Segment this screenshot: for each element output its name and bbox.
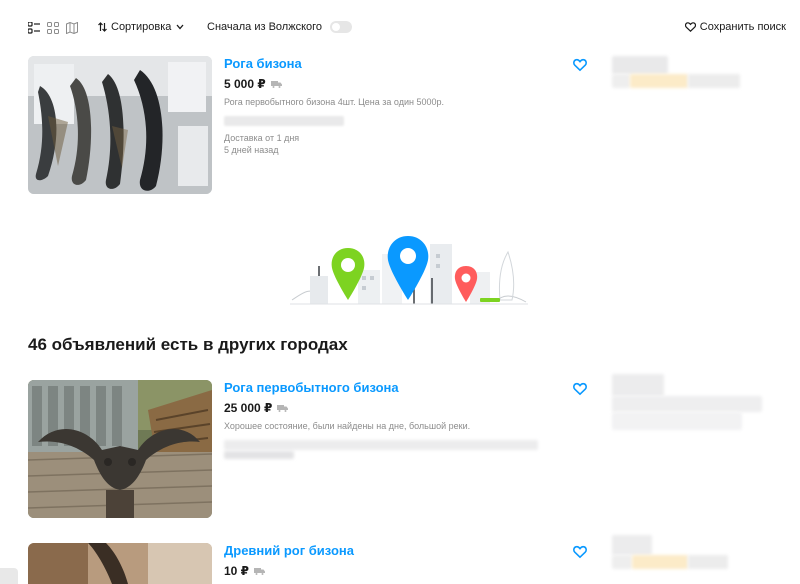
map-pins-illustration [290, 236, 528, 305]
listing-delivery: Доставка от 1 дня [224, 133, 300, 143]
sort-label: Сортировка [111, 21, 172, 33]
truck-icon [270, 80, 282, 88]
local-first-label: Сначала из Волжского [207, 21, 323, 33]
truck-icon [254, 567, 266, 575]
favorite-heart-icon[interactable] [573, 545, 587, 559]
listing-price: 25 000 ₽ [224, 401, 564, 415]
chevron-down-icon [176, 24, 184, 30]
local-first-filter: Сначала из Волжского [207, 21, 353, 33]
side-panel-tab[interactable] [0, 568, 18, 584]
favorite-heart-icon[interactable] [573, 58, 587, 72]
listing-card: Древний рог бизона 10 ₽ [0, 535, 800, 584]
listing-info: Рога бизона 5 000 ₽ Рога первобытного би… [224, 56, 564, 156]
favorite-heart-icon[interactable] [573, 382, 587, 396]
save-search-button[interactable]: Сохранить поиск [684, 21, 786, 33]
blurred-address [224, 116, 344, 126]
heart-icon [684, 22, 696, 32]
results-toolbar: Сортировка Сначала из Волжского Сохранит… [0, 0, 800, 56]
list-view-icon[interactable] [28, 22, 40, 34]
listing-price: 10 ₽ [224, 564, 564, 578]
map-view-icon[interactable] [66, 22, 78, 34]
listing-description: Рога первобытного бизона 4шт. Цена за од… [224, 97, 444, 107]
listing-photo[interactable] [28, 56, 212, 194]
truck-icon [277, 404, 289, 412]
save-search-label: Сохранить поиск [699, 21, 786, 33]
listing-info: Древний рог бизона 10 ₽ [224, 543, 564, 578]
blurred-address [224, 440, 564, 462]
price-value: 25 000 ₽ [224, 401, 273, 415]
listing-description: Хорошее состояние, были найдены на дне, … [224, 421, 471, 431]
price-value: 5 000 ₽ [224, 77, 266, 91]
listing-card: Рога первобытного бизона 25 000 ₽ Хороше… [0, 374, 800, 520]
listing-price: 5 000 ₽ [224, 77, 564, 91]
listing-info: Рога первобытного бизона 25 000 ₽ Хороше… [224, 380, 564, 462]
local-first-toggle[interactable] [330, 21, 353, 33]
listing-date: 5 дней назад [224, 145, 279, 155]
grid-view-icon[interactable] [47, 22, 59, 34]
sort-arrows-icon [98, 22, 107, 32]
listing-title[interactable]: Рога первобытного бизона [224, 380, 564, 395]
listing-photo[interactable] [28, 380, 212, 518]
listing-card: Рога бизона 5 000 ₽ Рога первобытного би… [0, 56, 800, 196]
toggle-knob [332, 23, 341, 31]
other-cities-heading: 46 объявлений есть в других городах [28, 335, 348, 354]
sort-dropdown[interactable]: Сортировка [98, 21, 184, 33]
listing-title[interactable]: Древний рог бизона [224, 543, 564, 558]
listing-title[interactable]: Рога бизона [224, 56, 564, 71]
listing-photo[interactable] [28, 543, 212, 584]
price-value: 10 ₽ [224, 564, 250, 578]
